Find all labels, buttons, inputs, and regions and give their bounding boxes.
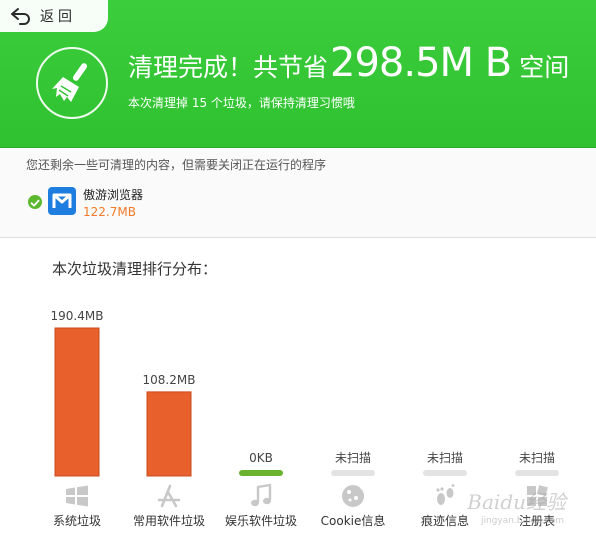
music-note-icon — [246, 482, 276, 510]
category-label-3: Cookie信息 — [321, 513, 386, 528]
result-header: 返回 清理完成！共节省 298.5M B 空间 本次清理掉 15 个垃圾，请保持… — [0, 0, 596, 148]
registry-blocks-icon — [522, 482, 552, 510]
app-store-icon — [154, 482, 184, 510]
bar-4 — [423, 470, 467, 476]
bar-3 — [331, 470, 375, 476]
data-label-3: 未扫描 — [335, 451, 371, 465]
bar-5 — [515, 470, 559, 476]
windows-icon — [62, 482, 92, 510]
category-label-1: 常用软件垃圾 — [133, 513, 205, 528]
program-size: 122.7MB — [83, 205, 136, 219]
bar-1 — [146, 391, 192, 477]
category-label-0: 系统垃圾 — [53, 513, 101, 528]
headline-suffix: 空间 — [519, 53, 570, 82]
freed-amount: 298.5M B — [330, 40, 512, 86]
back-button[interactable]: 返回 — [0, 0, 108, 32]
broom-badge — [36, 47, 108, 119]
cookie-icon — [338, 482, 368, 510]
remaining-note: 您还剩余一些可清理的内容，但需要关闭正在运行的程序 — [26, 158, 327, 172]
remaining-items-section: 您还剩余一些可清理的内容，但需要关闭正在运行的程序 傲游浏览器 122.7MB — [0, 148, 596, 238]
ranking-title: 本次垃圾清理排行分布： — [52, 260, 218, 278]
broom-icon — [52, 63, 88, 102]
data-label-0: 190.4MB — [51, 309, 104, 323]
data-label-1: 108.2MB — [143, 373, 196, 387]
maxthon-browser-icon — [48, 187, 76, 215]
back-label: 返回 — [40, 9, 76, 25]
footprints-icon — [430, 482, 460, 510]
category-label-4: 痕迹信息 — [421, 513, 469, 528]
headline-prefix: 清理完成！共节省 — [128, 53, 329, 82]
data-label-4: 未扫描 — [427, 451, 463, 465]
bar-0 — [54, 327, 100, 477]
program-name: 傲游浏览器 — [83, 188, 144, 202]
data-label-5: 未扫描 — [519, 451, 555, 465]
check-icon[interactable] — [28, 195, 42, 209]
clean-summary-headline: 清理完成！共节省 298.5M B 空间 — [128, 40, 569, 94]
clean-summary-subline: 本次清理掉 15 个垃圾，请保持清理习惯哦 — [128, 96, 355, 110]
data-label-2: 0KB — [249, 451, 273, 465]
category-label-5: 注册表 — [519, 513, 555, 528]
program-item-maxthon[interactable]: 傲游浏览器 122.7MB — [26, 182, 226, 226]
bar-2 — [239, 470, 283, 476]
back-arrow-icon — [11, 8, 30, 25]
category-label-2: 娱乐软件垃圾 — [225, 513, 297, 528]
